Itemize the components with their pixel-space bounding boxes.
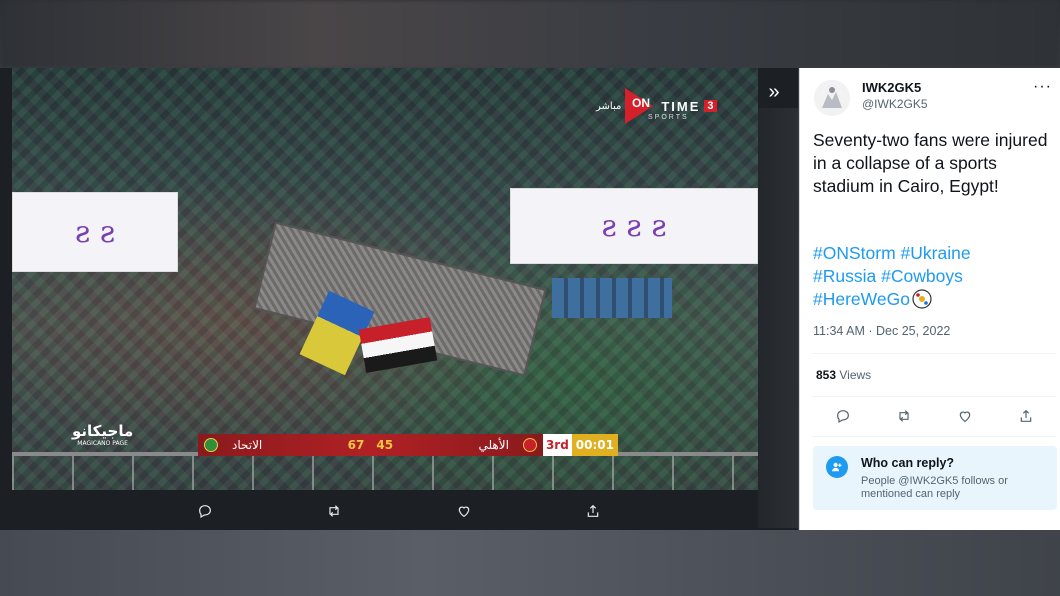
share-icon[interactable] <box>581 499 605 523</box>
hashtag-link[interactable]: #HereWeGo <box>813 289 910 309</box>
watermark-text: ماجيكانو <box>72 422 134 440</box>
hashtag-link[interactable]: #Ukraine <box>901 243 971 263</box>
reply-icon[interactable] <box>831 404 855 428</box>
team-home-score: 67 <box>347 438 365 452</box>
billboard-left: ƨ ƨ <box>12 192 178 272</box>
user-handle[interactable]: @IWK2GK5 <box>862 97 928 111</box>
channel-logo-on: ON <box>632 96 650 110</box>
stadium-seats <box>552 278 672 318</box>
game-period: 3rd <box>542 434 572 456</box>
retweet-icon[interactable] <box>892 404 916 428</box>
scorebug: الاتحاد 67 45 الأهلي 3rd 00:01 <box>198 434 618 456</box>
team-crest-icon <box>204 438 218 452</box>
team-home-name: الاتحاد <box>232 438 263 452</box>
tweet-timestamp[interactable]: 11:34 AM · Dec 25, 2022 <box>813 324 950 338</box>
views-label: Views <box>839 368 872 382</box>
tweet-action-bar <box>812 402 1056 430</box>
hashtag-link[interactable]: #Cowboys <box>881 266 963 286</box>
watermark: ماجيكانو MAGICANO PAGE <box>72 424 133 447</box>
hashtag-link[interactable]: #ONStorm <box>813 243 896 263</box>
football-emoji-icon <box>912 289 932 309</box>
channel-logo-sports: SPORTS <box>648 114 689 121</box>
display-name[interactable]: IWK2GK5 <box>862 80 921 95</box>
channel-logo-arabic: مباشر <box>596 100 622 112</box>
avatar-image <box>814 80 850 116</box>
more-options-button[interactable]: ··· <box>1033 78 1052 96</box>
reply-description: People @IWK2GK5 follows or mentioned can… <box>861 475 1008 500</box>
retweet-icon[interactable] <box>322 499 346 523</box>
divider <box>812 396 1056 397</box>
like-icon[interactable] <box>953 404 977 428</box>
divider <box>812 353 1056 354</box>
reply-restriction-box: Who can reply? People @IWK2GK5 follows o… <box>813 446 1057 510</box>
media-side-shadow <box>758 108 798 528</box>
tweet-panel: IWK2GK5 @IWK2GK5 ··· Seventy-two fans we… <box>799 68 1060 530</box>
watermark-subtext: MAGICANO PAGE <box>77 440 128 447</box>
video-frame[interactable]: ƨ ƨ ƨ ƨ ƨ مباشر TIME 3 ON SPORTS ماجيكان… <box>12 68 758 490</box>
backdrop-bottom <box>0 530 1060 596</box>
media-viewer: ƨ ƨ ƨ ƨ ƨ مباشر TIME 3 ON SPORTS ماجيكان… <box>0 68 798 530</box>
avatar[interactable] <box>814 80 850 116</box>
team-away-name: الأهلي <box>478 438 509 452</box>
tweet-text: Seventy-two fans were injured in a colla… <box>813 130 1048 196</box>
divider <box>812 436 1056 437</box>
backdrop-top <box>0 0 1060 68</box>
views-count: 853 Views <box>816 368 871 382</box>
hashtag-link[interactable]: #Russia <box>813 266 876 286</box>
team-crest-icon <box>522 438 537 452</box>
channel-logo-time: TIME <box>661 98 701 114</box>
expand-panel-button[interactable]: » <box>762 80 786 104</box>
channel-logo-number: 3 <box>704 100 717 112</box>
reply-title: Who can reply? <box>861 456 955 470</box>
game-clock: 00:01 <box>571 434 618 456</box>
person-icon <box>826 456 848 478</box>
railing <box>12 452 758 490</box>
reply-icon[interactable] <box>193 499 217 523</box>
billboard-right: ƨ ƨ ƨ <box>510 188 758 264</box>
tweet-hashtags: #ONStorm #Ukraine #Russia #Cowboys #Here… <box>813 242 1053 311</box>
media-action-bar <box>0 496 798 526</box>
scorebug-main: الاتحاد 67 45 الأهلي <box>198 434 543 456</box>
team-away-score: 45 <box>376 438 394 452</box>
tweet-header: IWK2GK5 @IWK2GK5 ··· <box>812 78 1052 118</box>
share-icon[interactable] <box>1014 404 1038 428</box>
views-number: 853 <box>816 368 837 382</box>
like-icon[interactable] <box>452 499 476 523</box>
